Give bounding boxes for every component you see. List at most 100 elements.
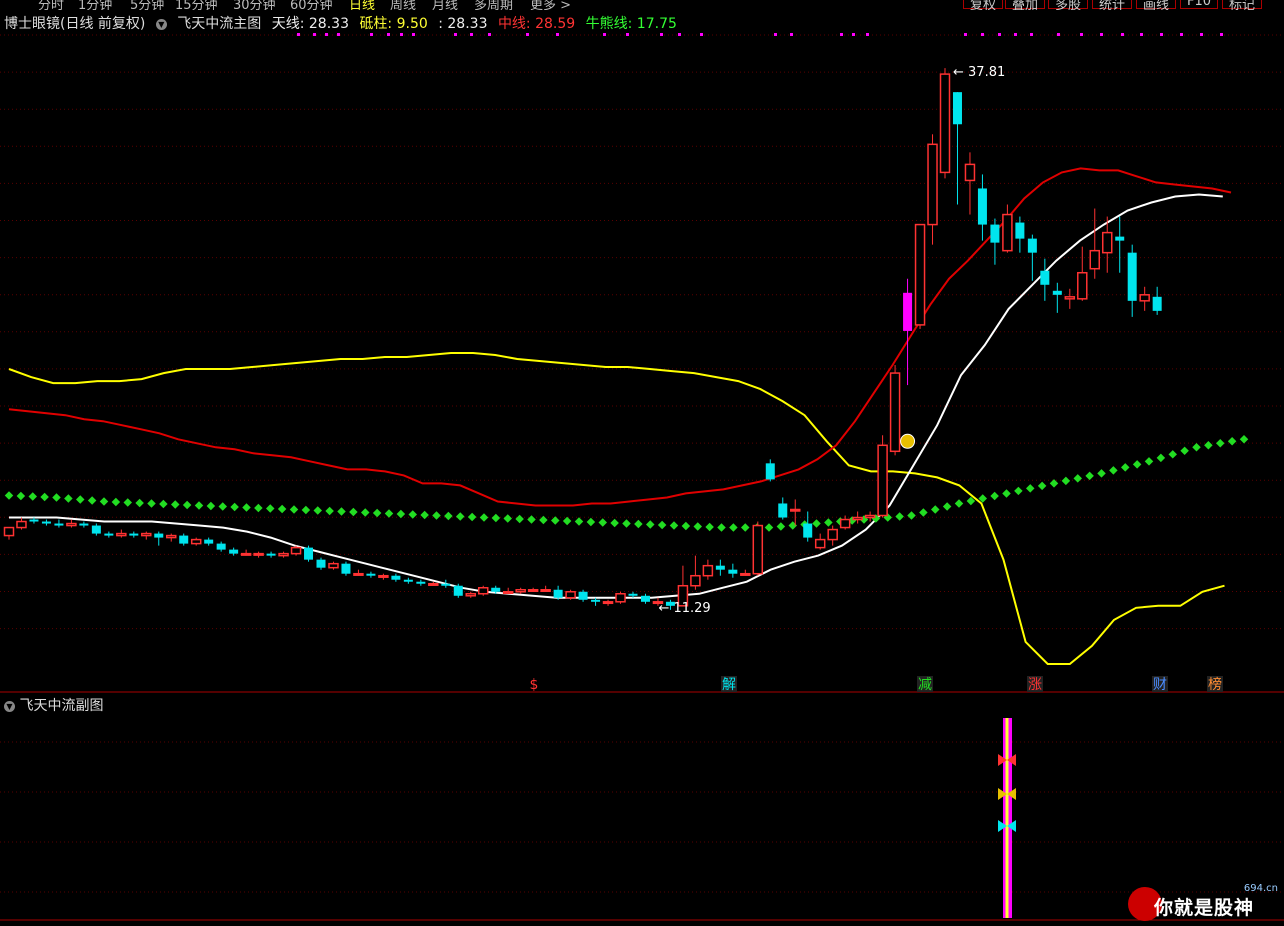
green-diamond xyxy=(87,496,97,505)
signal-dot xyxy=(1140,33,1143,36)
event-marker: $ xyxy=(530,677,539,693)
candle-body xyxy=(1101,231,1113,254)
green-diamond xyxy=(717,523,726,532)
signal-dot xyxy=(297,33,300,36)
green-diamond xyxy=(622,519,631,528)
candle-body xyxy=(66,522,77,527)
green-diamond xyxy=(1061,476,1071,486)
green-diamond xyxy=(1144,457,1154,466)
green-diamond xyxy=(693,522,702,531)
candle-body xyxy=(527,589,539,593)
green-diamond xyxy=(408,510,417,519)
yellow-band-line xyxy=(8,352,1225,665)
green-diamond xyxy=(741,523,750,532)
signal-dot xyxy=(840,33,843,36)
signal-dot xyxy=(1121,33,1124,36)
candle-body xyxy=(341,563,351,574)
event-marker: 减 xyxy=(918,677,932,693)
candle-body xyxy=(253,552,264,556)
candle-body xyxy=(553,589,563,598)
candle-body xyxy=(952,92,962,125)
candle-body xyxy=(428,582,439,586)
green-diamond xyxy=(527,515,536,524)
green-diamond xyxy=(515,514,524,524)
green-diamond xyxy=(1073,474,1082,483)
candle-body xyxy=(290,546,302,555)
candle-body xyxy=(165,534,177,539)
candle-body xyxy=(990,224,1000,243)
green-diamond xyxy=(812,519,821,528)
candle-body xyxy=(877,444,888,517)
green-diamond xyxy=(337,507,346,516)
green-diamond xyxy=(1121,463,1130,472)
candle-body xyxy=(565,591,576,599)
green-diamond xyxy=(1192,443,1201,452)
green-diamond xyxy=(123,498,132,507)
candle-body xyxy=(889,372,901,453)
green-diamond xyxy=(218,502,227,511)
event-marker: 解 xyxy=(722,677,736,693)
green-diamond xyxy=(657,520,667,530)
candle-body xyxy=(814,538,826,549)
green-diamond xyxy=(1014,486,1023,496)
candle-body xyxy=(864,514,876,519)
green-diamond xyxy=(586,517,596,527)
green-diamond xyxy=(16,491,26,501)
dropdown-icon[interactable]: ▼ xyxy=(4,701,15,712)
signal-dot xyxy=(603,33,606,36)
candle-body xyxy=(79,523,89,526)
candle-body xyxy=(628,593,638,596)
green-diamond xyxy=(76,495,85,504)
green-diamond xyxy=(634,519,643,529)
candle-body xyxy=(852,516,863,521)
green-diamond xyxy=(824,518,833,527)
signal-dot xyxy=(998,33,1001,36)
green-diamond xyxy=(895,512,904,521)
green-diamond xyxy=(610,518,619,528)
signal-dot xyxy=(470,33,473,36)
candle-body xyxy=(740,572,751,576)
signal-dot xyxy=(626,33,629,36)
candle-body xyxy=(964,163,976,182)
green-diamond xyxy=(206,501,216,511)
green-diamond xyxy=(349,507,358,517)
green-diamond xyxy=(135,498,144,508)
signal-dot xyxy=(700,33,703,36)
candle-body xyxy=(1064,296,1076,300)
green-diamond xyxy=(491,513,501,523)
candle-body xyxy=(1127,252,1137,301)
green-diamond xyxy=(28,492,37,501)
signal-dot xyxy=(790,33,793,36)
signal-dot xyxy=(313,33,316,36)
signal-dot xyxy=(325,33,328,36)
candle-body xyxy=(229,549,239,554)
candle-body xyxy=(366,573,376,576)
candle-body xyxy=(3,526,15,537)
candle-body xyxy=(702,564,714,577)
signal-dot xyxy=(774,33,777,36)
signal-bar-core xyxy=(1005,718,1009,918)
main-chart[interactable]: ← 37.81 ← 11.29 $ 解 减 涨 财 榜 xyxy=(0,0,1284,926)
candle-body xyxy=(391,575,401,580)
green-diamond xyxy=(384,509,394,518)
candle-body xyxy=(129,533,139,536)
logo-site: 694.cn xyxy=(1243,883,1278,894)
signal-dot xyxy=(981,33,984,36)
candle-body xyxy=(1077,271,1088,300)
candle-body xyxy=(765,463,775,480)
green-diamond xyxy=(182,500,192,510)
green-diamond xyxy=(64,494,73,503)
signal-dot xyxy=(1080,33,1083,36)
green-diamond xyxy=(230,502,239,512)
candle-body xyxy=(1089,249,1101,270)
signal-dot xyxy=(678,33,681,36)
candle-body xyxy=(403,579,413,582)
green-diamond xyxy=(266,504,275,513)
event-marker: 涨 xyxy=(1028,677,1042,693)
candle-body xyxy=(491,587,501,592)
green-diamond xyxy=(942,502,952,511)
candle-body xyxy=(441,583,451,586)
green-diamond xyxy=(598,518,607,527)
green-diamond xyxy=(289,505,299,514)
candle-body xyxy=(715,565,725,570)
